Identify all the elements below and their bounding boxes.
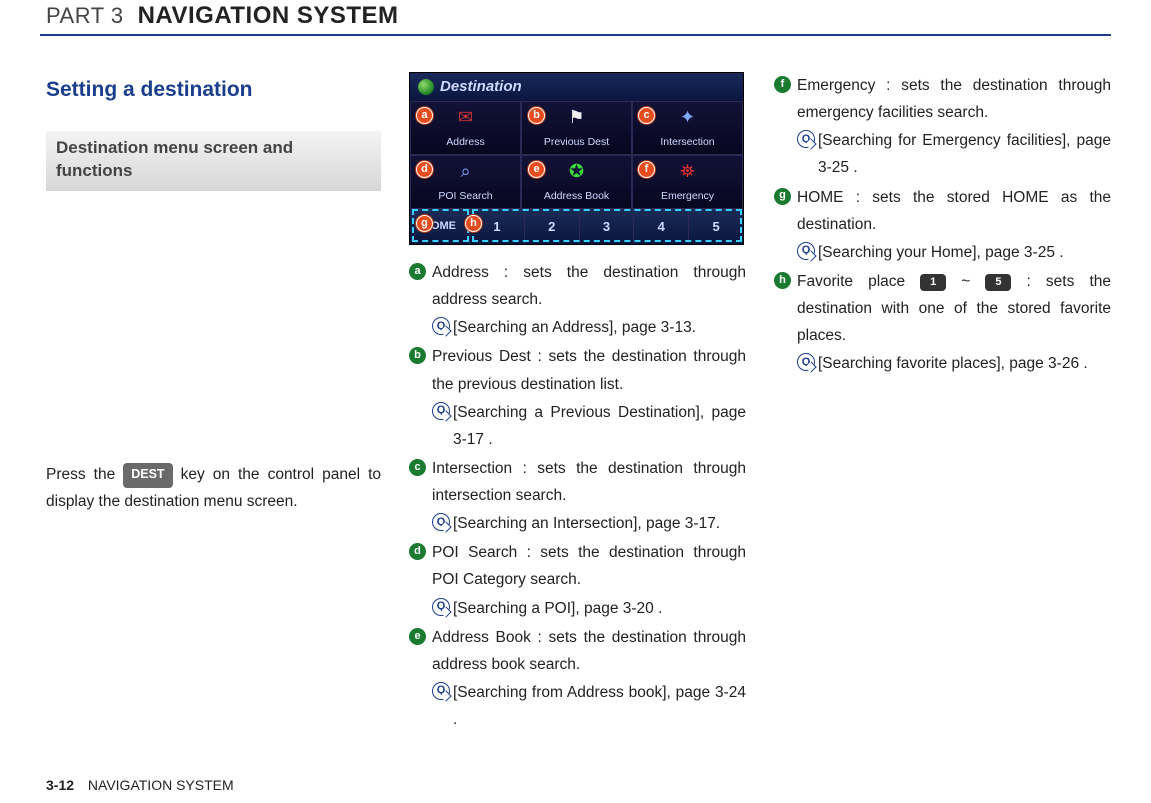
globe-icon	[418, 79, 434, 95]
bullet-e: e	[409, 628, 426, 645]
bullet-b: b	[409, 347, 426, 364]
callout-h: h	[465, 215, 482, 232]
ref-f: Q [Searching for Emergency facilities], …	[797, 127, 1111, 181]
ref-icon: Q	[432, 513, 450, 531]
bullet-c: c	[409, 459, 426, 476]
ref-text: [Searching a Previous Destination], page…	[453, 399, 746, 453]
cell-label: Intersection	[660, 133, 714, 151]
intro-text: Press the DEST key on the control panel …	[46, 461, 381, 515]
item-b: b Previous Dest : sets the destination t…	[409, 343, 746, 453]
cell-label: Address	[446, 133, 485, 151]
callout-a: a	[416, 107, 433, 124]
bullet-d: d	[409, 543, 426, 560]
ref-text: [Searching for Emergency facilities], pa…	[818, 127, 1111, 181]
bullet-a: a	[409, 263, 426, 280]
poi-icon: ⌕	[453, 159, 479, 185]
bullet-g: g	[774, 188, 791, 205]
destination-screen-title: Destination	[440, 74, 522, 100]
item-text: Previous Dest : sets the destination thr…	[432, 348, 746, 392]
ref-icon: Q	[432, 317, 450, 335]
ref-c: Q [Searching an Intersection], page 3-17…	[432, 510, 746, 537]
item-text: Intersection : sets the destination thro…	[432, 460, 746, 504]
callout-g: g	[416, 215, 433, 232]
favorite-5[interactable]: 5	[689, 210, 743, 244]
content-columns: Setting a destination Destination menu s…	[40, 72, 1111, 733]
ref-icon: Q	[432, 598, 450, 616]
item-h: h Favorite place 1 ~ 5 : sets the destin…	[774, 268, 1111, 378]
cell-label: Emergency	[661, 187, 714, 205]
header-rule	[40, 34, 1111, 36]
column-3: f Emergency : sets the destination throu…	[774, 72, 1111, 733]
ref-text: [Searching from Address book], page 3-24…	[453, 679, 746, 733]
item-g: g HOME : sets the stored HOME as the des…	[774, 184, 1111, 266]
item-a: a Address : sets the destination through…	[409, 259, 746, 341]
part-title: NAVIGATION SYSTEM	[138, 2, 399, 30]
column-2: Destination ✉ Address ⚑ Previous Dest ✦ …	[409, 72, 746, 733]
ref-icon: Q	[797, 353, 815, 371]
item-text: Address Book : sets the destination thro…	[432, 629, 746, 673]
callout-c: c	[638, 107, 655, 124]
item-sep: ~	[946, 273, 985, 290]
ref-text: [Searching your Home], page 3-25 .	[818, 239, 1111, 266]
ref-text: [Searching favorite places], page 3-26 .	[818, 350, 1111, 377]
item-f: f Emergency : sets the destination throu…	[774, 72, 1111, 182]
callout-e: e	[528, 161, 545, 178]
emergency-icon: ⛯	[675, 159, 701, 185]
subsection-title: Destination menu screen and functions	[46, 131, 381, 191]
footer-label: NAVIGATION SYSTEM	[88, 777, 234, 793]
part-label: PART 3	[46, 3, 124, 29]
dest-key-badge: DEST	[123, 463, 172, 488]
ref-e: Q [Searching from Address book], page 3-…	[432, 679, 746, 733]
ref-d: Q [Searching a POI], page 3-20 .	[432, 595, 746, 622]
ref-icon: Q	[797, 130, 815, 148]
item-text: Emergency : sets the destination through…	[797, 77, 1111, 121]
item-text: HOME : sets the stored HOME as the desti…	[797, 189, 1111, 233]
intersection-icon: ✦	[675, 105, 701, 131]
ref-g: Q [Searching your Home], page 3-25 .	[797, 239, 1111, 266]
section-title: Setting a destination	[46, 72, 381, 109]
flag-icon: ⚑	[564, 105, 590, 131]
cell-label: Address Book	[544, 187, 609, 205]
bullet-h: h	[774, 272, 791, 289]
destination-grid: ✉ Address ⚑ Previous Dest ✦ Intersection…	[410, 101, 743, 209]
ref-h: Q [Searching favorite places], page 3-26…	[797, 350, 1111, 377]
address-icon: ✉	[453, 105, 479, 131]
favorite-3[interactable]: 3	[580, 210, 635, 244]
item-text: POI Search : sets the destination throug…	[432, 544, 746, 588]
cell-label: Previous Dest	[544, 133, 609, 151]
callout-b: b	[528, 107, 545, 124]
intro-pre: Press the	[46, 466, 123, 483]
ref-text: [Searching a POI], page 3-20 .	[453, 595, 746, 622]
ref-icon: Q	[797, 242, 815, 260]
ref-text: [Searching an Intersection], page 3-17.	[453, 510, 746, 537]
ref-b: Q [Searching a Previous Destination], pa…	[432, 399, 746, 453]
destination-topbar: Destination	[410, 73, 743, 101]
favorite-4[interactable]: 4	[634, 210, 689, 244]
callout-f: f	[638, 161, 655, 178]
page-header: PART 3 NAVIGATION SYSTEM	[40, 0, 1111, 30]
cell-label: POI Search	[438, 187, 492, 205]
ref-text: [Searching an Address], page 3-13.	[453, 314, 746, 341]
bullet-f: f	[774, 76, 791, 93]
item-d: d POI Search : sets the destination thro…	[409, 539, 746, 621]
badge-1: 1	[920, 274, 946, 291]
column-1: Setting a destination Destination menu s…	[46, 72, 381, 733]
ref-a: Q [Searching an Address], page 3-13.	[432, 314, 746, 341]
item-c: c Intersection : sets the destination th…	[409, 455, 746, 537]
badge-5: 5	[985, 274, 1011, 291]
item-text-pre: Favorite place	[797, 273, 920, 290]
item-text: Address : sets the destination through a…	[432, 264, 746, 308]
callout-d: d	[416, 161, 433, 178]
book-icon: ✪	[564, 159, 590, 185]
page-number: 3-12	[46, 777, 74, 793]
destination-screen: Destination ✉ Address ⚑ Previous Dest ✦ …	[409, 72, 744, 245]
item-e: e Address Book : sets the destination th…	[409, 624, 746, 734]
ref-icon: Q	[432, 402, 450, 420]
page-footer: 3-12 NAVIGATION SYSTEM	[46, 777, 234, 793]
favorite-2[interactable]: 2	[525, 210, 580, 244]
destination-bottom-row: HOME 1 2 3 4 5	[410, 209, 743, 244]
ref-icon: Q	[432, 682, 450, 700]
